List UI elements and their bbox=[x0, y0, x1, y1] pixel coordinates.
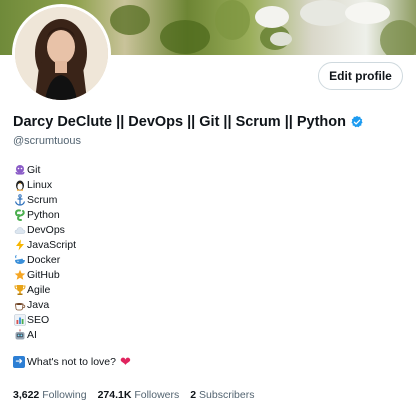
bio-item-linux: Linux bbox=[13, 177, 76, 192]
bio-tagline: ➜ What's not to love? ❤ bbox=[13, 355, 131, 368]
bio-item-agile: Agile bbox=[13, 282, 76, 297]
following-link[interactable]: 3,622 Following bbox=[13, 389, 87, 401]
bio-item-ai: AI bbox=[13, 327, 76, 342]
octopus-icon bbox=[13, 163, 26, 176]
tagline-text: What's not to love? bbox=[27, 355, 116, 368]
profile-name-row: Darcy DeClute || DevOps || Git || Scrum … bbox=[13, 114, 364, 130]
profile-avatar[interactable] bbox=[12, 4, 111, 103]
penguin-icon bbox=[13, 178, 26, 191]
bio-item-git: Git bbox=[13, 162, 76, 177]
lightning-icon bbox=[13, 238, 26, 251]
anchor-icon bbox=[13, 193, 26, 206]
following-count: 3,622 bbox=[13, 389, 40, 401]
avatar-portrait-image bbox=[15, 7, 108, 100]
robot-icon bbox=[13, 328, 26, 341]
followers-link[interactable]: 274.1K Followers bbox=[98, 389, 180, 401]
profile-bio: Git Linux Scrum Python DevOps JavaScript bbox=[13, 162, 76, 342]
right-arrow-icon: ➜ bbox=[13, 355, 25, 368]
heart-icon: ❤ bbox=[119, 354, 131, 369]
bio-item-devops: DevOps bbox=[13, 222, 76, 237]
bio-item-python: Python bbox=[13, 207, 76, 222]
star-icon bbox=[13, 268, 26, 281]
whale-icon bbox=[13, 253, 26, 266]
bio-item-github: GitHub bbox=[13, 267, 76, 282]
snake-icon bbox=[13, 208, 26, 221]
profile-display-name: Darcy DeClute || DevOps || Git || Scrum … bbox=[13, 114, 347, 130]
subscribers-label: Subscribers bbox=[199, 389, 255, 401]
bio-item-javascript: JavaScript bbox=[13, 237, 76, 252]
subscribers-count: 2 bbox=[190, 389, 197, 401]
profile-stats: 3,622 Following 274.1K Followers 2 Subsc… bbox=[13, 389, 266, 401]
following-label: Following bbox=[42, 389, 87, 401]
coffee-icon bbox=[13, 298, 26, 311]
verified-badge-icon[interactable] bbox=[350, 115, 364, 129]
bar-chart-icon bbox=[13, 313, 26, 326]
followers-count: 274.1K bbox=[97, 389, 132, 401]
bio-item-java: Java bbox=[13, 297, 76, 312]
bio-item-scrum: Scrum bbox=[13, 192, 76, 207]
bio-item-seo: SEO bbox=[13, 312, 76, 327]
cloud-icon bbox=[13, 223, 26, 236]
trophy-icon bbox=[13, 283, 26, 296]
bio-item-docker: Docker bbox=[13, 252, 76, 267]
subscribers-link[interactable]: 2 Subscribers bbox=[190, 389, 254, 401]
edit-profile-button[interactable]: Edit profile bbox=[318, 62, 403, 90]
followers-label: Followers bbox=[134, 389, 180, 401]
profile-handle: @scrumtuous bbox=[13, 135, 82, 147]
